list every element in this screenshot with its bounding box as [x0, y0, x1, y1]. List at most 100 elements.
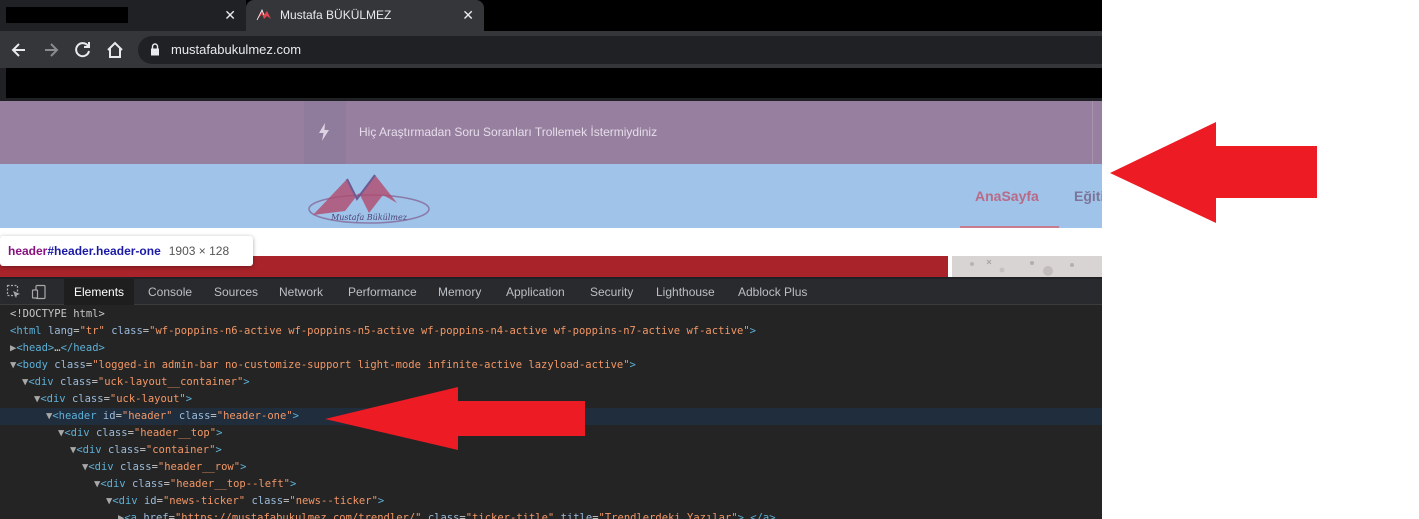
- tag-close: >: [749, 325, 756, 337]
- dom-tree-node[interactable]: ▼<div class="header__top--left">: [0, 476, 1102, 493]
- nav-item-anasayfa[interactable]: AnaSayfa: [975, 188, 1039, 204]
- attr-name: class: [71, 393, 104, 405]
- devtools-tab-memory[interactable]: Memory: [428, 279, 491, 305]
- tooltip-dimensions: 1903 × 128: [168, 244, 230, 258]
- tag-close: >: [243, 376, 250, 388]
- forward-arrow-icon[interactable]: [41, 40, 61, 60]
- tag-close: >: [629, 359, 636, 371]
- tag-open: <div: [100, 478, 126, 490]
- ticker-divider: [1092, 101, 1093, 164]
- attr-name: class: [107, 444, 140, 456]
- back-arrow-icon[interactable]: [9, 40, 29, 60]
- attr-value: "container": [145, 444, 216, 456]
- attr-name: class: [95, 427, 128, 439]
- attr-value: "wf-poppins-n6-active wf-poppins-n5-acti…: [149, 325, 750, 337]
- dom-tree-node[interactable]: <!DOCTYPE html>: [0, 306, 1102, 323]
- devtools-tab-performance[interactable]: Performance: [338, 279, 427, 305]
- attr-value: "https://mustafabukulmez.com/trendler/": [174, 512, 422, 519]
- attr-value: "uck-layout__container": [97, 376, 244, 388]
- devtools-tab-adblock-plus[interactable]: Adblock Plus: [728, 279, 817, 305]
- red-arrow-annotation-icon: [325, 387, 585, 450]
- tag-open: <a: [124, 512, 137, 519]
- redacted-bookmarks-bar: [6, 68, 1102, 98]
- attr-value: "tr": [79, 325, 105, 337]
- screenshot-stage: ✕ Mustafa BÜKÜLMEZ ✕ mustafabukulmez.com…: [0, 0, 1419, 519]
- devtools-tab-lighthouse[interactable]: Lighthouse: [646, 279, 725, 305]
- attr-value: "header__row": [157, 461, 241, 473]
- tooltip-tag: header: [8, 244, 48, 258]
- attr-name: class: [119, 461, 152, 473]
- url-text: mustafabukulmez.com: [171, 42, 302, 57]
- device-toolbar-icon[interactable]: [31, 284, 47, 300]
- attr-name: class: [111, 325, 143, 337]
- tab-mustafa-bukulmez[interactable]: Mustafa BÜKÜLMEZ ✕: [246, 0, 484, 31]
- tag-close: >: [292, 410, 299, 422]
- attr-value: "header-one": [216, 410, 293, 422]
- tag-open: <header: [52, 410, 97, 422]
- close-tab-icon[interactable]: ✕: [224, 7, 236, 23]
- tag-close: >: [215, 444, 222, 456]
- tag-close: >: [240, 461, 247, 473]
- attr-name: class: [427, 512, 460, 519]
- tab-strip: ✕ Mustafa BÜKÜLMEZ ✕: [0, 0, 1102, 31]
- tag-open: <div: [28, 376, 54, 388]
- tag-open: <body: [16, 359, 48, 371]
- tag-close: >: [290, 478, 297, 490]
- tag-close: >: [185, 393, 193, 405]
- redacted-tab-title: [6, 7, 128, 23]
- attr-value: "ticker-title": [465, 512, 555, 519]
- devtools-tab-application[interactable]: Application: [496, 279, 575, 305]
- attr-value: "Trendlerdeki Yazılar": [598, 512, 738, 519]
- attr-name: title: [560, 512, 593, 519]
- tab-title: Mustafa BÜKÜLMEZ: [280, 8, 392, 22]
- attr-name: class: [59, 376, 92, 388]
- devtools-tab-sources[interactable]: Sources: [204, 279, 268, 305]
- devtools-tab-console[interactable]: Console: [138, 279, 202, 305]
- attr-name: href: [143, 512, 169, 519]
- tag-open: <div: [112, 495, 138, 507]
- attr-name: lang: [47, 325, 74, 337]
- attr-value: "header__top": [133, 427, 217, 439]
- attr-name: class: [54, 359, 86, 371]
- lightning-icon: [319, 123, 329, 141]
- ticker-headline-link[interactable]: Hiç Araştırmadan Soru Soranları Trolleme…: [359, 125, 657, 139]
- dom-tree-node[interactable]: ▼<body class="logged-in admin-bar no-cus…: [0, 357, 1102, 374]
- devtools-tab-network[interactable]: Network: [269, 279, 333, 305]
- tag-open: <div: [76, 444, 102, 456]
- tag-close: >: [216, 427, 223, 439]
- attr-value: "header__top--left": [169, 478, 290, 490]
- attr-name: class: [251, 495, 284, 507]
- patterned-banner: [952, 256, 1102, 277]
- tab-redacted[interactable]: ✕: [0, 0, 246, 31]
- tag-open: <div: [64, 427, 90, 439]
- attr-value: "news-ticker": [162, 495, 246, 507]
- dom-tree-node[interactable]: ▶<head>…</head>: [0, 340, 1102, 357]
- logo-text: Mustafa Bükülmez: [330, 213, 408, 222]
- tag-open: <html: [10, 325, 42, 337]
- attr-name: class: [131, 478, 164, 490]
- dom-tree-node[interactable]: <html lang="tr" class="wf-poppins-n6-act…: [0, 323, 1102, 340]
- tag-open: <div: [88, 461, 114, 473]
- tag-open: <div: [40, 393, 66, 405]
- home-icon[interactable]: [105, 40, 125, 60]
- doctype: <!DOCTYPE html>: [10, 308, 105, 320]
- site-header: [0, 164, 1102, 228]
- attr-value: "logged-in admin-bar no-customize-suppor…: [92, 359, 630, 371]
- tag-close: </head>: [60, 342, 105, 354]
- devtools-tabbar: Elements Console Sources Network Performance…: [0, 279, 1102, 305]
- attr-name: id: [102, 410, 116, 422]
- reload-icon[interactable]: [73, 40, 93, 60]
- tag-close: >: [377, 495, 385, 507]
- site-logo[interactable]: Mustafa Bükülmez: [305, 169, 433, 225]
- dom-tree-node[interactable]: ▶<a href="https://mustafabukulmez.com/tr…: [0, 510, 1102, 519]
- close-tab-icon[interactable]: ✕: [462, 7, 474, 23]
- address-bar[interactable]: mustafabukulmez.com: [138, 36, 1102, 64]
- site-favicon-icon: [256, 9, 271, 21]
- attr-name: class: [178, 410, 211, 422]
- devtools-tab-security[interactable]: Security: [580, 279, 643, 305]
- dom-tree-node[interactable]: ▼<div class="header__row">: [0, 459, 1102, 476]
- devtools-tab-elements[interactable]: Elements: [64, 279, 135, 305]
- inspect-element-icon[interactable]: [6, 284, 22, 300]
- nav-item-egitim[interactable]: Eğiti: [1074, 188, 1102, 204]
- dom-tree-node[interactable]: ▼<div id="news-ticker" class="news--tick…: [0, 493, 1102, 510]
